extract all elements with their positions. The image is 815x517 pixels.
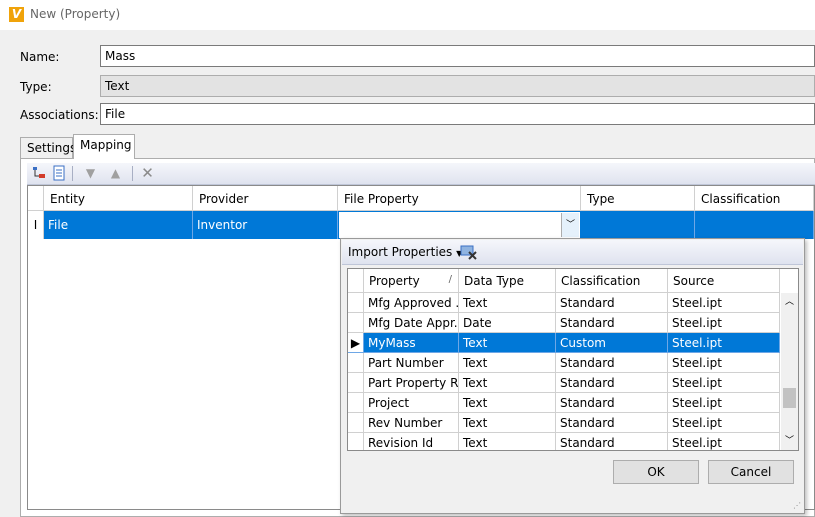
mapping-toolbar: ▼ ▲ ✕ — [27, 163, 815, 185]
cell-classification: Standard — [556, 413, 668, 433]
scroll-down-icon[interactable]: ﹀ — [781, 434, 798, 448]
resize-grip-icon[interactable]: ⋰ — [793, 501, 801, 510]
name-field[interactable]: Mass — [100, 45, 815, 67]
cell-property: Part Number — [364, 353, 459, 373]
row-edit-cursor-icon: I — [28, 211, 44, 239]
table-row[interactable]: Part Number Text Standard Steel.ipt — [348, 353, 780, 373]
row-header-corner — [348, 269, 364, 293]
name-label: Name: — [20, 50, 60, 64]
move-up-icon[interactable]: ▲ — [107, 165, 124, 182]
column-header-type[interactable]: Type — [581, 186, 695, 211]
scroll-up-icon[interactable]: ︿ — [781, 295, 798, 309]
column-header-data-type[interactable]: Data Type — [459, 269, 556, 293]
cell-property: Rev Number — [364, 413, 459, 433]
cell-provider[interactable]: Inventor — [193, 211, 338, 239]
column-header-provider[interactable]: Provider — [193, 186, 338, 211]
cell-property: Part Property R... — [364, 373, 459, 393]
cell-source: Steel.ipt — [668, 293, 780, 313]
table-row[interactable]: Rev Number Text Standard Steel.ipt — [348, 413, 780, 433]
table-row[interactable]: Mfg Date Appr... Date Standard Steel.ipt — [348, 313, 780, 333]
cell-data-type: Date — [459, 313, 556, 333]
cell-source: Steel.ipt — [668, 373, 780, 393]
tab-mapping[interactable]: Mapping — [73, 134, 135, 159]
cell-classification: Standard — [556, 293, 668, 313]
ok-button[interactable]: OK — [613, 460, 699, 484]
cell-data-type: Text — [459, 413, 556, 433]
table-row[interactable]: Part Property R... Text Standard Steel.i… — [348, 373, 780, 393]
cell-source: Steel.ipt — [668, 313, 780, 333]
column-header-file-property[interactable]: File Property — [338, 186, 581, 211]
sort-indicator-icon: / — [448, 274, 452, 285]
cell-source: Steel.ipt — [668, 353, 780, 373]
cell-data-type: Text — [459, 293, 556, 313]
cell-data-type: Text — [459, 393, 556, 413]
cell-source: Steel.ipt — [668, 393, 780, 413]
cell-source: Steel.ipt — [668, 333, 780, 353]
import-properties-button[interactable]: Import Properties ▼ — [348, 245, 462, 259]
table-row[interactable]: Mfg Approved ... Text Standard Steel.ipt — [348, 293, 780, 313]
add-mapping-icon[interactable] — [30, 165, 47, 182]
cell-property: Mfg Date Appr... — [364, 313, 459, 333]
cell-data-type: Text — [459, 333, 556, 353]
table-row[interactable]: Project Text Standard Steel.ipt — [348, 393, 780, 413]
cell-classification: Standard — [556, 433, 668, 450]
cell-property: Revision Id — [364, 433, 459, 450]
cell-classification[interactable] — [695, 211, 814, 239]
scrollbar-thumb[interactable] — [783, 388, 796, 408]
move-down-icon[interactable]: ▼ — [82, 165, 99, 182]
vault-app-icon: V — [9, 7, 24, 22]
cell-property: Project — [364, 393, 459, 413]
cell-property: MyMass — [364, 333, 459, 353]
chevron-down-icon[interactable]: ﹀ — [561, 213, 579, 237]
column-header-classification[interactable]: Classification — [556, 269, 668, 293]
row-header-corner — [28, 186, 44, 211]
vertical-scrollbar[interactable]: ︿ ﹀ — [781, 293, 798, 450]
column-header-property[interactable]: Property / — [364, 269, 459, 293]
cell-property: Mfg Approved ... — [364, 293, 459, 313]
window-title: New (Property) — [30, 7, 121, 21]
type-label: Type: — [20, 80, 52, 94]
cell-data-type: Text — [459, 433, 556, 450]
associations-field[interactable]: File — [100, 103, 815, 125]
column-header-source[interactable]: Source — [668, 269, 780, 293]
document-icon[interactable] — [50, 165, 67, 182]
title-bar: V New (Property) — [0, 0, 815, 30]
column-header-classification[interactable]: Classification — [695, 186, 814, 211]
cell-entity[interactable]: File — [44, 211, 193, 239]
import-properties-popup: Import Properties ▼ Property / Data Type… — [340, 238, 805, 514]
tab-settings[interactable]: Settings — [20, 137, 76, 158]
cell-source: Steel.ipt — [668, 433, 780, 450]
cell-classification: Standard — [556, 353, 668, 373]
file-property-combobox[interactable]: ﹀ — [338, 211, 581, 239]
delete-icon[interactable]: ✕ — [139, 165, 156, 182]
cell-classification: Custom — [556, 333, 668, 353]
cell-data-type: Text — [459, 353, 556, 373]
popup-toolbar: Import Properties ▼ — [342, 240, 803, 265]
cell-data-type: Text — [459, 373, 556, 393]
cancel-button[interactable]: Cancel — [708, 460, 794, 484]
current-row-arrow-icon: ▶ — [348, 333, 364, 353]
cell-type[interactable] — [581, 211, 695, 239]
column-header-entity[interactable]: Entity — [44, 186, 193, 211]
properties-grid: Property / Data Type Classification Sour… — [347, 268, 799, 451]
cell-source: Steel.ipt — [668, 413, 780, 433]
cell-classification: Standard — [556, 313, 668, 333]
column-header-property-label: Property — [369, 274, 420, 288]
cell-classification: Standard — [556, 373, 668, 393]
associations-label: Associations: — [20, 108, 99, 122]
type-field: Text — [100, 75, 815, 97]
import-properties-label: Import Properties — [348, 245, 453, 259]
table-row-selected[interactable]: ▶ MyMass Text Custom Steel.ipt — [348, 333, 780, 353]
clear-filter-icon[interactable] — [460, 243, 478, 264]
cell-classification: Standard — [556, 393, 668, 413]
table-row[interactable]: Revision Id Text Standard Steel.ipt — [348, 433, 780, 450]
